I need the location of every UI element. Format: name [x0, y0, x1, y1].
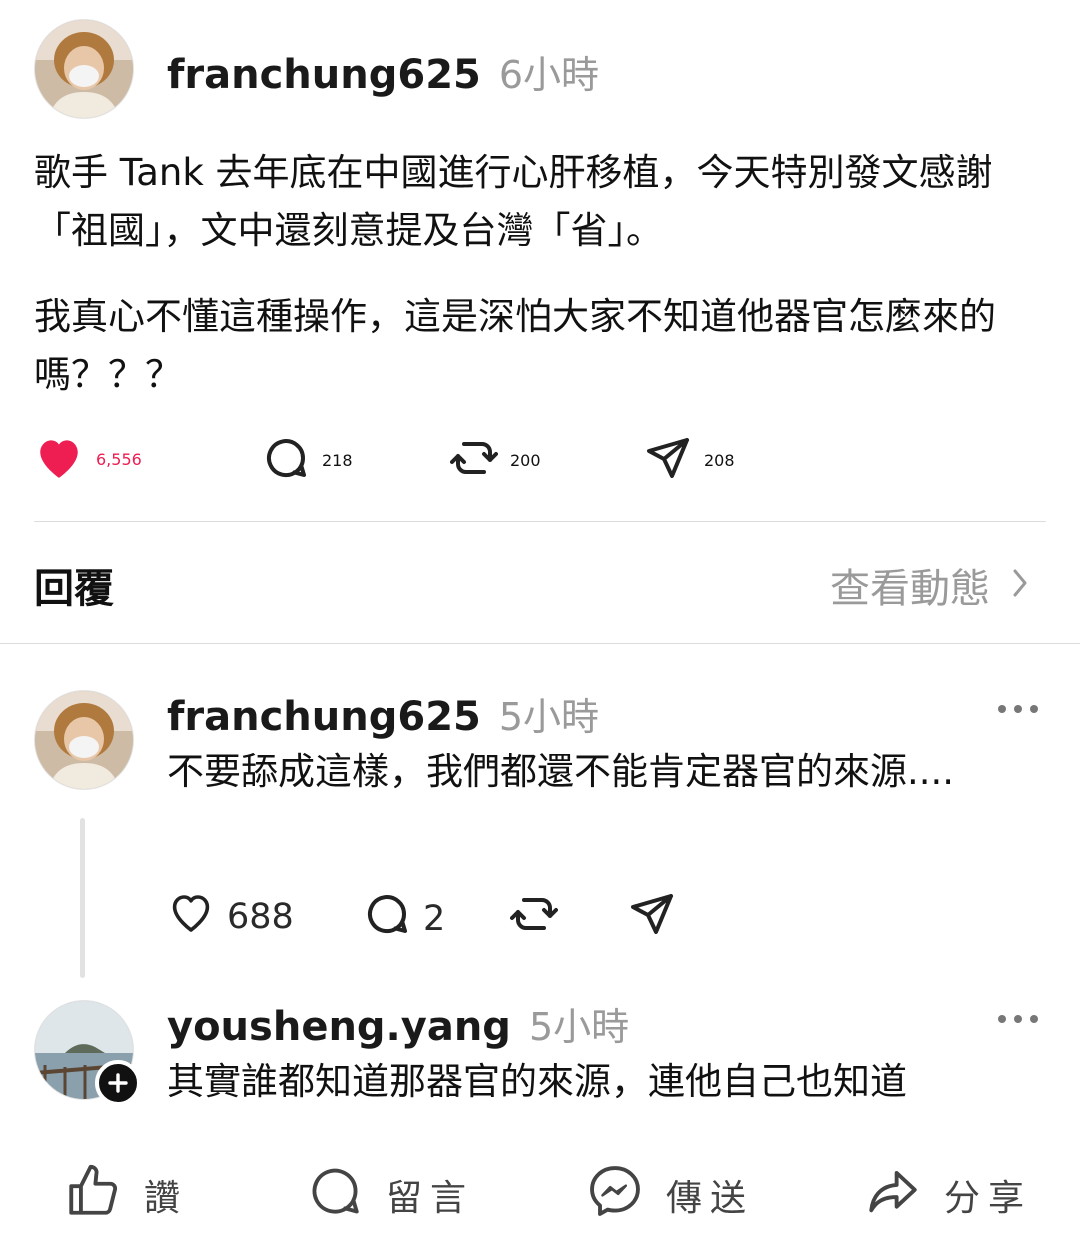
follow-plus-icon[interactable] [95, 1060, 141, 1106]
repost-count: 200 [510, 450, 541, 470]
thumbs-up-icon [64, 1162, 122, 1229]
repost-action[interactable]: 200 [450, 434, 541, 486]
share-count: 208 [704, 450, 735, 470]
like-count: 6,556 [96, 449, 142, 469]
heart-outline-icon [167, 890, 215, 943]
view-activity-link[interactable]: 查看動態 [830, 556, 1028, 614]
post-paragraph-2: 我真心不懂這種操作，這是深怕大家不知道他器官怎麼來的嗎？？？ [34, 295, 996, 396]
reply-comment-count: 2 [423, 898, 446, 939]
comment-bubble-icon [306, 1162, 364, 1229]
thread-line [80, 818, 85, 978]
reply-header: yousheng.yang 5小時 [167, 996, 629, 1051]
comment-action[interactable]: 218 [262, 434, 353, 486]
messenger-icon [586, 1162, 644, 1229]
comment-count: 218 [322, 450, 353, 470]
section-divider [0, 643, 1080, 644]
share-action[interactable]: 208 [644, 434, 735, 486]
reply-time: 5小時 [528, 1005, 630, 1049]
reply-text: 其實誰都知道那器官的來源，連他自己也知道 [167, 1060, 907, 1103]
reply-comment-action[interactable]: 2 [363, 890, 445, 947]
view-activity-label: 查看動態 [830, 566, 990, 612]
post-time: 6小時 [498, 53, 600, 97]
author-avatar[interactable] [34, 19, 134, 119]
post-header: franchung625 6小時 [167, 44, 599, 99]
reply-text: 不要舔成這樣，我們都還不能肯定器官的來源.... [167, 750, 955, 793]
bottom-share-button[interactable]: 分享 [864, 1162, 1032, 1228]
reply-repost-action[interactable] [510, 890, 558, 942]
bottom-send-button[interactable]: 傳送 [586, 1162, 754, 1228]
author-username[interactable]: franchung625 [167, 52, 481, 98]
reply-share-action[interactable] [628, 890, 676, 942]
bottom-share-label: 分享 [944, 1178, 1033, 1219]
bottom-send-label: 傳送 [666, 1178, 755, 1219]
send-paper-plane-icon [644, 434, 692, 486]
repost-icon [450, 434, 498, 486]
reply-header: franchung625 5小時 [167, 686, 599, 741]
reply-username[interactable]: franchung625 [167, 694, 481, 740]
post-paragraph-1: 歌手 Tank 去年底在中國進行心肝移植，今天特別發文感謝「祖國」，文中還刻意提… [34, 151, 993, 252]
share-arrow-icon [864, 1162, 922, 1229]
more-options-icon[interactable] [998, 1015, 1038, 1025]
reply-like-action[interactable]: 688 [167, 890, 294, 943]
bottom-comment-button[interactable]: 留言 [306, 1162, 474, 1228]
reply-username[interactable]: yousheng.yang [167, 1004, 511, 1050]
replies-title: 回覆 [34, 566, 114, 612]
reply-time: 5小時 [498, 695, 600, 739]
send-paper-plane-icon [628, 890, 676, 942]
bottom-like-button[interactable]: 讚 [64, 1162, 188, 1228]
post-body: 歌手 Tank 去年底在中國進行心肝移植，今天特別發文感謝「祖國」，文中還刻意提… [34, 144, 1044, 404]
reply-avatar[interactable] [34, 690, 134, 790]
bottom-like-label: 讚 [144, 1178, 189, 1219]
more-options-icon[interactable] [998, 705, 1038, 715]
comment-bubble-icon [262, 434, 310, 486]
like-action[interactable]: 6,556 [34, 434, 142, 484]
reply-like-count: 688 [227, 896, 294, 937]
stats-divider [34, 521, 1046, 522]
repost-icon [510, 890, 558, 942]
heart-filled-icon [34, 434, 84, 484]
comment-bubble-icon [363, 890, 411, 947]
bottom-comment-label: 留言 [386, 1178, 475, 1219]
chevron-right-icon [1012, 568, 1028, 602]
